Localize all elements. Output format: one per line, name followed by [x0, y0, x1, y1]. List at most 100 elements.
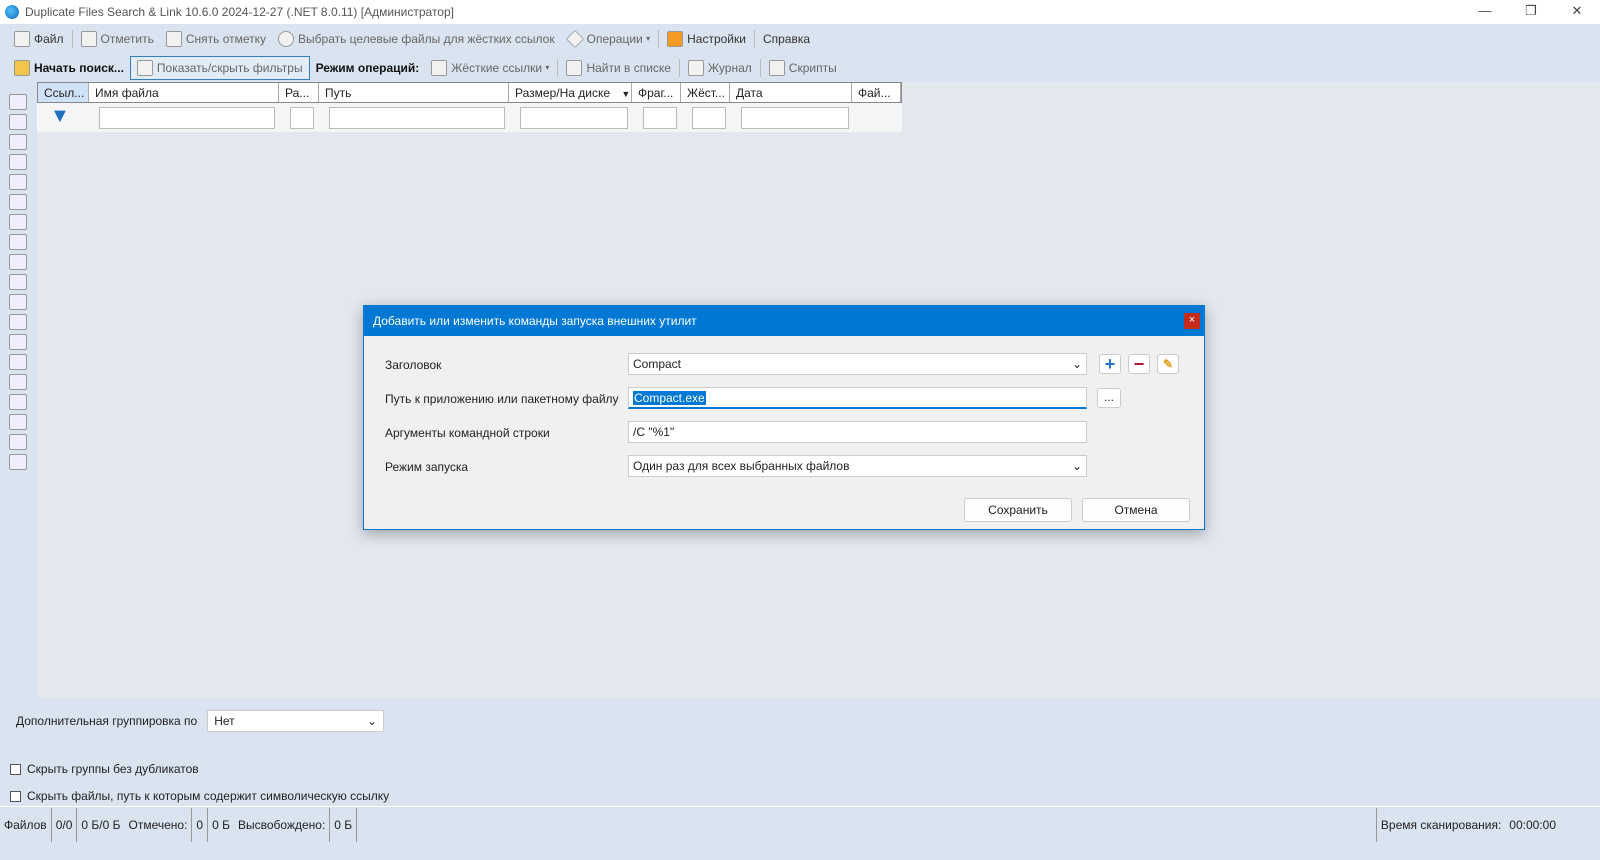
mark-button[interactable]: Отметить: [75, 28, 160, 50]
scripts-label: Скрипты: [788, 60, 837, 75]
operations-menu[interactable]: Операции ▾: [561, 28, 657, 50]
edit-pencil-icon[interactable]: ✎: [1157, 354, 1179, 374]
search-toolbar: Начать поиск... Показать/скрыть фильтры …: [0, 53, 1600, 82]
freed-label: Высвобождено:: [237, 817, 326, 832]
find-in-list-button[interactable]: Найти в списке: [560, 57, 677, 79]
col-size-label: Размер/На диске: [515, 86, 611, 100]
grid-header: Ссыл... Имя файла Ра... Путь Размер/На д…: [37, 82, 902, 103]
hide-groups-checkbox[interactable]: Скрыть группы без дубликатов: [10, 762, 199, 776]
col-fragments[interactable]: Фраг...: [632, 83, 681, 102]
filter-ext[interactable]: [290, 107, 314, 129]
view-icon[interactable]: [9, 94, 27, 110]
save-button[interactable]: Сохранить: [964, 498, 1072, 522]
hide-symlinks-checkbox[interactable]: Скрыть файлы, путь к которым содержит си…: [10, 789, 389, 803]
browse-button[interactable]: ...: [1097, 388, 1121, 408]
files-label: Файлов: [4, 817, 47, 832]
hardlink-icon: [431, 59, 448, 76]
list-filter-icon[interactable]: [9, 354, 27, 370]
close-button[interactable]: ✕: [1554, 0, 1600, 22]
dialog-close-button[interactable]: ×: [1184, 313, 1200, 329]
group-select-icon[interactable]: [9, 174, 27, 190]
filter-date[interactable]: [741, 107, 849, 129]
col-ext[interactable]: Ра...: [279, 83, 319, 102]
chevron-down-icon: ⌄: [367, 714, 378, 728]
group-select-2-icon[interactable]: [9, 194, 27, 210]
settings-menu[interactable]: Настройки: [661, 28, 752, 50]
col-filename[interactable]: Имя файла: [89, 83, 279, 102]
help-menu[interactable]: Справка: [757, 29, 816, 49]
filter-filename[interactable]: [99, 107, 275, 129]
col-path[interactable]: Путь: [319, 83, 509, 102]
hide-groups-label: Скрыть группы без дубликатов: [27, 762, 199, 776]
add-icon[interactable]: +: [1099, 354, 1121, 374]
path-input[interactable]: Compact.exe: [628, 387, 1087, 409]
hardlinks-dropdown[interactable]: Жёсткие ссылки ▾: [425, 57, 555, 79]
launch-mode-select[interactable]: Один раз для всех выбранных файлов ⌄: [628, 455, 1087, 477]
diamond-icon: [565, 29, 584, 48]
remove-icon[interactable]: −: [1128, 354, 1150, 374]
col-hardlinks[interactable]: Жёст...: [681, 83, 730, 102]
recycle-icon[interactable]: [9, 254, 27, 270]
list-5-icon[interactable]: [9, 434, 27, 450]
side-toolbar: [5, 90, 33, 555]
checkbox-box[interactable]: [10, 763, 21, 775]
script-icon: [768, 59, 785, 76]
marked-label: Отмечено:: [128, 817, 188, 832]
sort-desc-icon: ▼: [621, 89, 631, 99]
scripts-button[interactable]: Скрипты: [763, 57, 843, 79]
main-menu-toolbar: Файл Отметить Снять отметку Выбрать целе…: [0, 24, 1600, 53]
checkbox-icon: [80, 30, 97, 47]
caption-label: Заголовок: [385, 358, 442, 372]
chevron-down-icon: ▾: [545, 63, 550, 72]
filter-icon: [136, 59, 153, 76]
cancel-button[interactable]: Отмена: [1082, 498, 1190, 522]
grouping-select[interactable]: Нет ⌄: [207, 710, 385, 732]
files-count: 0/0: [50, 807, 77, 842]
restore-button[interactable]: ❐: [1508, 0, 1554, 22]
list-3-icon[interactable]: [9, 394, 27, 410]
marked-count: 0: [191, 807, 207, 842]
caption-select[interactable]: Compact ⌄: [628, 353, 1087, 375]
list-2-icon[interactable]: [9, 374, 27, 390]
col-file[interactable]: Фай...: [852, 83, 901, 102]
marked-size: 0 Б: [207, 807, 234, 842]
col-size[interactable]: Размер/На диске ▼: [509, 83, 632, 102]
move-icon[interactable]: [9, 274, 27, 290]
settings-label: Настройки: [687, 31, 746, 46]
path-label: Путь к приложению или пакетному файлу: [385, 392, 619, 406]
grid-icon[interactable]: [9, 454, 27, 470]
filter-hardlinks[interactable]: [692, 107, 726, 129]
add-copy-icon[interactable]: [9, 114, 27, 130]
file-menu[interactable]: Файл: [8, 28, 70, 50]
operations-label: Операции: [586, 31, 643, 46]
checkbox-box[interactable]: [10, 790, 21, 802]
col-link[interactable]: Ссыл...: [38, 83, 89, 102]
log-button[interactable]: Журнал: [682, 57, 758, 79]
title-bar: Duplicate Files Search & Link 10.6.0 202…: [0, 0, 1600, 24]
group-unselect-icon[interactable]: [9, 214, 27, 230]
scan-time-label: Время сканирования:: [1375, 807, 1505, 842]
file-label: Файл: [34, 31, 64, 46]
compress-icon[interactable]: [9, 294, 27, 310]
delete-icon[interactable]: [9, 234, 27, 250]
unmark-button[interactable]: Снять отметку: [160, 28, 272, 50]
select-targets-button[interactable]: Выбрать целевые файлы для жёстких ссылок: [272, 28, 561, 50]
copy-menu-icon[interactable]: [9, 314, 27, 330]
filter-path[interactable]: [329, 107, 505, 129]
list-icon[interactable]: [9, 334, 27, 350]
args-input[interactable]: /C "%1": [628, 421, 1087, 443]
chevron-down-icon: ▾: [646, 34, 651, 43]
start-search-button[interactable]: Начать поиск...: [8, 57, 130, 79]
remove-copy-icon[interactable]: [9, 134, 27, 150]
toggle-filters-button[interactable]: Показать/скрыть фильтры: [129, 55, 310, 80]
abc-icon[interactable]: [9, 154, 27, 170]
list-4-icon[interactable]: [9, 414, 27, 430]
app-icon: [5, 5, 19, 19]
col-date[interactable]: Дата: [730, 83, 852, 102]
minimize-button[interactable]: —: [1462, 0, 1508, 22]
unmark-label: Снять отметку: [185, 31, 267, 46]
filter-fragments[interactable]: [643, 107, 677, 129]
chevron-down-icon: ⌄: [1071, 357, 1082, 371]
filter-icon: ▼: [50, 105, 70, 127]
filter-size[interactable]: [520, 107, 628, 129]
